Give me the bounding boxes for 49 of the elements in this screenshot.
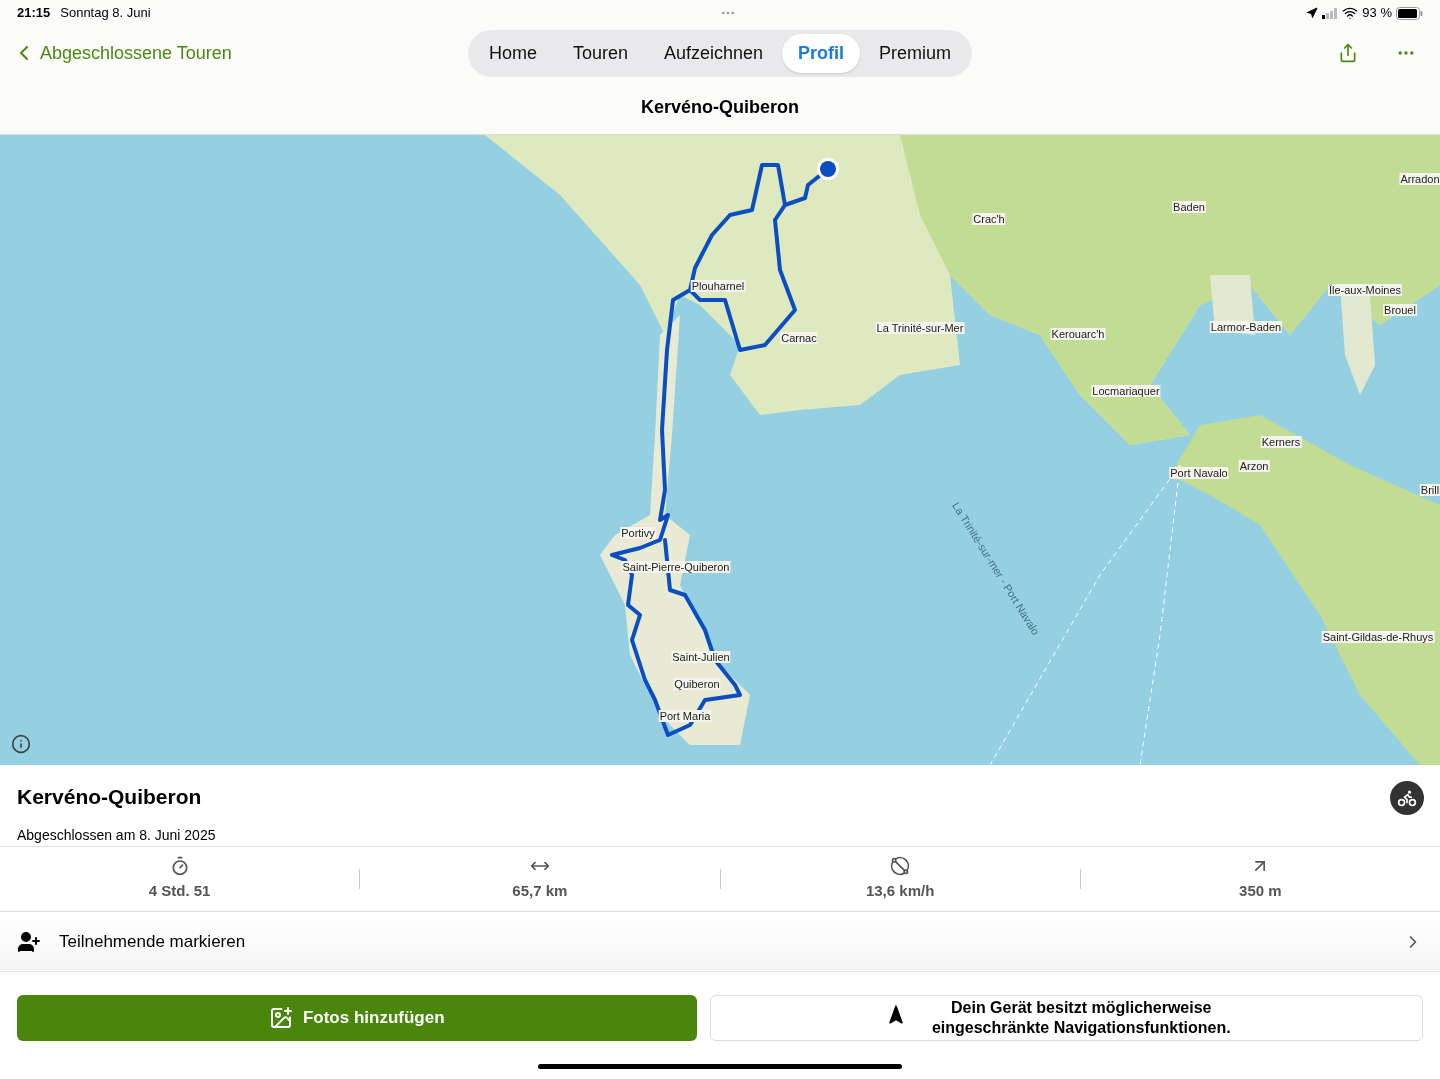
place-label: Plouharnel xyxy=(690,280,746,292)
stat-value: 350 m xyxy=(1239,880,1282,901)
average-icon xyxy=(890,855,911,876)
back-link[interactable]: Abgeschlossene Touren xyxy=(12,39,452,67)
status-date: Sonntag 8. Juni xyxy=(60,4,151,23)
place-label: Brouel xyxy=(1383,304,1417,316)
place-label: Larmor-Baden xyxy=(1209,321,1283,333)
place-label: Baden xyxy=(1172,201,1206,213)
stat-value: 65,7 km xyxy=(512,880,568,901)
place-label: Arzon xyxy=(1238,460,1270,472)
place-label: Arradon xyxy=(1399,173,1440,185)
tour-subtitle: Abgeschlossen am 8. Juni 2025 xyxy=(17,825,217,845)
add-photos-button[interactable]: Fotos hinzufügen xyxy=(17,995,697,1041)
tour-title: Kervéno-Quiberon xyxy=(17,784,203,810)
place-label: Kerouarc'h xyxy=(1050,328,1106,340)
place-label: Brill xyxy=(1419,484,1440,496)
place-label: Kerners xyxy=(1260,436,1302,448)
place-label: Port Maria xyxy=(658,710,712,722)
place-label: Saint-Julien xyxy=(671,651,731,663)
battery-percent: 93 % xyxy=(1362,4,1392,23)
nav-tab[interactable]: Touren xyxy=(555,33,645,73)
info-icon[interactable] xyxy=(11,734,31,754)
place-label: Île-aux-Moines xyxy=(1327,284,1403,296)
place-label: Carnac xyxy=(780,332,818,344)
place-label: Quiberon xyxy=(673,678,721,690)
nav-tab[interactable]: Profil xyxy=(782,33,861,73)
status-time: 21:15 xyxy=(17,4,51,23)
position-marker-icon xyxy=(816,157,840,181)
place-label: Saint-Pierre-Quiberon xyxy=(621,561,731,573)
notice-text: Dein Gerät besitzt möglicherweise eingeschränkte Navigationsfunktionen. xyxy=(930,998,1232,1038)
place-label: Locmariaquer xyxy=(1091,385,1161,397)
add-people-icon xyxy=(17,929,41,954)
nav-tab[interactable]: Premium xyxy=(862,33,969,73)
wifi-icon xyxy=(1342,5,1359,21)
place-label: Port Navalo xyxy=(1169,467,1229,479)
place-label: Portivy xyxy=(620,527,656,539)
stat-value: 4 Std. 51 xyxy=(148,880,211,901)
stat-value: 13,6 km/h xyxy=(865,880,935,901)
nav-tab[interactable]: Home xyxy=(471,33,554,73)
share-icon[interactable] xyxy=(1338,43,1358,63)
battery-icon xyxy=(1396,6,1423,20)
bicycle-icon xyxy=(1397,788,1417,808)
location-arrow-icon xyxy=(1306,7,1319,19)
place-label: La Trinité-sur-Mer xyxy=(875,322,965,334)
page-title: Kervéno-Quiberon xyxy=(641,95,799,119)
place-label: Saint-Gildas-de-Rhuys xyxy=(1321,631,1435,643)
signal-icon xyxy=(1322,7,1339,19)
place-label: Crac'h xyxy=(972,213,1006,225)
nav-tab[interactable]: Aufzeichnen xyxy=(646,33,781,73)
